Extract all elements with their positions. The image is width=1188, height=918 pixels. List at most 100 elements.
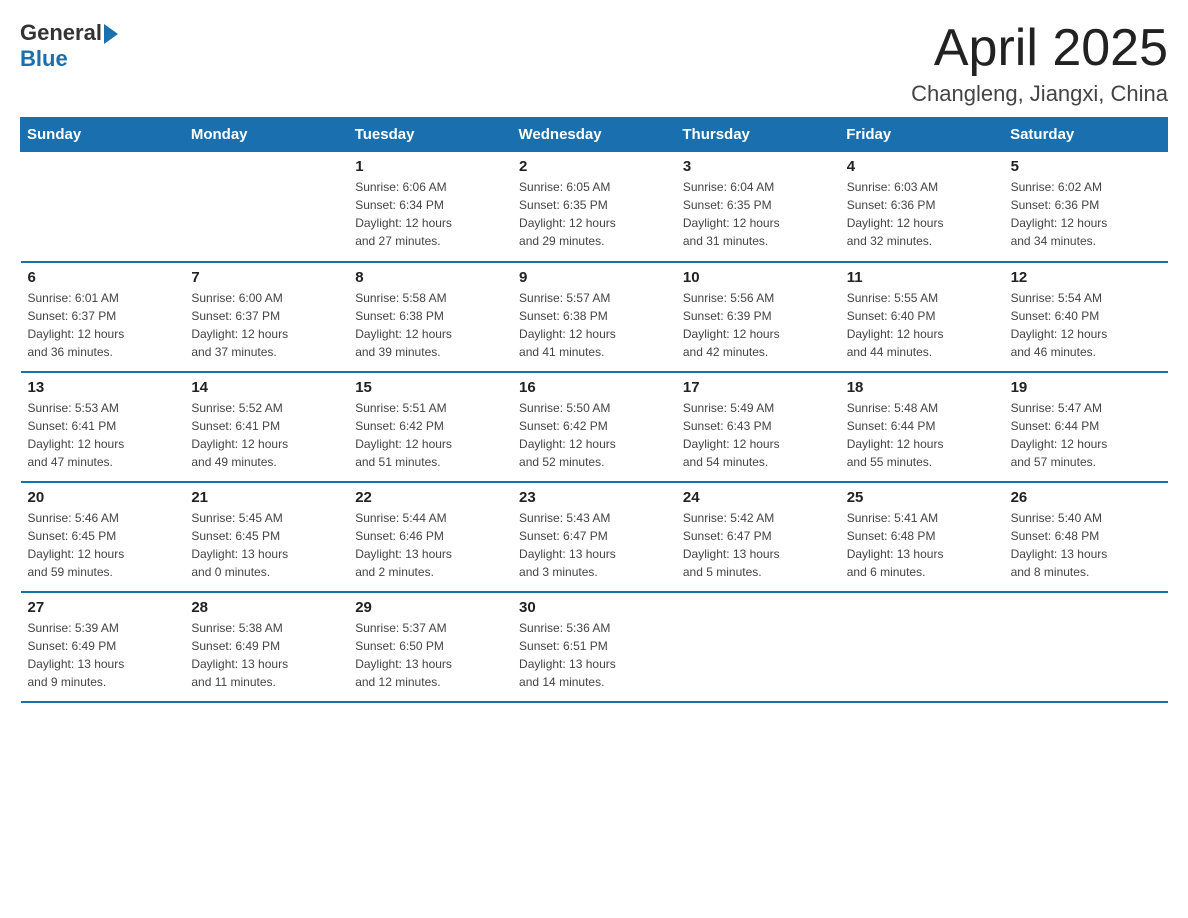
calendar-week-row: 20 Sunrise: 5:46 AMSunset: 6:45 PMDayligh… (21, 482, 1168, 592)
calendar-cell: 13Sunrise: 5:53 AMSunset: 6:41 PMDayligh… (21, 372, 185, 482)
day-number: 2 (519, 158, 669, 175)
weekday-header-tuesday: Tuesday (348, 118, 512, 152)
weekday-header-sunday: Sunday (21, 118, 185, 152)
day-info: Sunrise: 6:03 AMSunset: 6:36 PMDaylight:… (847, 178, 997, 250)
day-info: Sunrise: 6:01 AMSunset: 6:37 PMDaylight:… (28, 289, 178, 361)
location-title: Changleng, Jiangxi, China (911, 81, 1168, 107)
day-info: Sunrise: 5:54 AMSunset: 6:40 PMDaylight:… (1011, 289, 1161, 361)
day-number: 25 (847, 489, 997, 506)
calendar-cell (840, 592, 1004, 702)
weekday-row: SundayMondayTuesdayWednesdayThursdayFrid… (21, 118, 1168, 152)
calendar-cell: 17Sunrise: 5:49 AMSunset: 6:43 PMDayligh… (676, 372, 840, 482)
calendar-cell: 24 Sunrise: 5:42 AMSunset: 6:47 PMDayligh… (676, 482, 840, 592)
title-block: April 2025 Changleng, Jiangxi, China (911, 20, 1168, 107)
calendar-cell (21, 152, 185, 262)
day-number: 1 (355, 158, 505, 175)
weekday-header-monday: Monday (184, 118, 348, 152)
day-number: 15 (355, 379, 505, 396)
day-number: 10 (683, 269, 833, 286)
calendar-week-row: 13Sunrise: 5:53 AMSunset: 6:41 PMDayligh… (21, 372, 1168, 482)
calendar-table: SundayMondayTuesdayWednesdayThursdayFrid… (20, 117, 1168, 703)
calendar-cell: 8 Sunrise: 5:58 AMSunset: 6:38 PMDaylight… (348, 262, 512, 372)
calendar-cell: 2 Sunrise: 6:05 AMSunset: 6:35 PMDaylight… (512, 152, 676, 262)
day-number: 4 (847, 158, 997, 175)
calendar-header: SundayMondayTuesdayWednesdayThursdayFrid… (21, 118, 1168, 152)
day-number: 28 (191, 599, 341, 616)
calendar-cell: 29 Sunrise: 5:37 AMSunset: 6:50 PMDayligh… (348, 592, 512, 702)
day-number: 27 (28, 599, 178, 616)
calendar-cell: 7 Sunrise: 6:00 AMSunset: 6:37 PMDaylight… (184, 262, 348, 372)
logo-arrow-icon (104, 24, 118, 44)
calendar-cell: 21Sunrise: 5:45 AMSunset: 6:45 PMDayligh… (184, 482, 348, 592)
day-info: Sunrise: 5:46 AMSunset: 6:45 PMDaylight:… (28, 509, 178, 581)
day-number: 13 (28, 379, 178, 396)
day-number: 30 (519, 599, 669, 616)
day-info: Sunrise: 6:04 AMSunset: 6:35 PMDaylight:… (683, 178, 833, 250)
calendar-cell (184, 152, 348, 262)
day-number: 22 (355, 489, 505, 506)
calendar-cell: 23 Sunrise: 5:43 AMSunset: 6:47 PMDayligh… (512, 482, 676, 592)
calendar-cell: 3Sunrise: 6:04 AMSunset: 6:35 PMDaylight… (676, 152, 840, 262)
day-info: Sunrise: 6:02 AMSunset: 6:36 PMDaylight:… (1011, 178, 1161, 250)
weekday-header-saturday: Saturday (1004, 118, 1168, 152)
day-info: Sunrise: 5:41 AMSunset: 6:48 PMDaylight:… (847, 509, 997, 581)
day-number: 16 (519, 379, 669, 396)
day-info: Sunrise: 5:43 AMSunset: 6:47 PMDaylight:… (519, 509, 669, 581)
calendar-cell: 12Sunrise: 5:54 AMSunset: 6:40 PMDayligh… (1004, 262, 1168, 372)
calendar-cell: 16Sunrise: 5:50 AMSunset: 6:42 PMDayligh… (512, 372, 676, 482)
day-info: Sunrise: 5:37 AMSunset: 6:50 PMDaylight:… (355, 619, 505, 691)
weekday-header-thursday: Thursday (676, 118, 840, 152)
calendar-cell (676, 592, 840, 702)
page-header: General Blue April 2025 Changleng, Jiang… (20, 20, 1168, 107)
day-number: 29 (355, 599, 505, 616)
calendar-cell: 22 Sunrise: 5:44 AMSunset: 6:46 PMDayligh… (348, 482, 512, 592)
calendar-cell: 14Sunrise: 5:52 AMSunset: 6:41 PMDayligh… (184, 372, 348, 482)
day-info: Sunrise: 5:56 AMSunset: 6:39 PMDaylight:… (683, 289, 833, 361)
day-number: 7 (191, 269, 341, 286)
calendar-cell: 26Sunrise: 5:40 AMSunset: 6:48 PMDayligh… (1004, 482, 1168, 592)
day-info: Sunrise: 6:05 AMSunset: 6:35 PMDaylight:… (519, 178, 669, 250)
day-info: Sunrise: 5:47 AMSunset: 6:44 PMDaylight:… (1011, 399, 1161, 471)
calendar-cell: 27 Sunrise: 5:39 AMSunset: 6:49 PMDayligh… (21, 592, 185, 702)
logo-blue: Blue (20, 46, 118, 72)
day-number: 11 (847, 269, 997, 286)
calendar-cell: 4 Sunrise: 6:03 AMSunset: 6:36 PMDaylight… (840, 152, 1004, 262)
day-info: Sunrise: 5:36 AMSunset: 6:51 PMDaylight:… (519, 619, 669, 691)
calendar-cell: 10 Sunrise: 5:56 AMSunset: 6:39 PMDayligh… (676, 262, 840, 372)
calendar-cell: 19 Sunrise: 5:47 AMSunset: 6:44 PMDayligh… (1004, 372, 1168, 482)
day-info: Sunrise: 5:42 AMSunset: 6:47 PMDaylight:… (683, 509, 833, 581)
weekday-header-wednesday: Wednesday (512, 118, 676, 152)
day-info: Sunrise: 5:44 AMSunset: 6:46 PMDaylight:… (355, 509, 505, 581)
calendar-cell: 18Sunrise: 5:48 AMSunset: 6:44 PMDayligh… (840, 372, 1004, 482)
calendar-cell: 6Sunrise: 6:01 AMSunset: 6:37 PMDaylight… (21, 262, 185, 372)
day-info: Sunrise: 5:51 AMSunset: 6:42 PMDaylight:… (355, 399, 505, 471)
day-info: Sunrise: 6:00 AMSunset: 6:37 PMDaylight:… (191, 289, 341, 361)
calendar-cell: 30 Sunrise: 5:36 AMSunset: 6:51 PMDayligh… (512, 592, 676, 702)
day-info: Sunrise: 5:38 AMSunset: 6:49 PMDaylight:… (191, 619, 341, 691)
calendar-cell: 28 Sunrise: 5:38 AMSunset: 6:49 PMDayligh… (184, 592, 348, 702)
weekday-header-friday: Friday (840, 118, 1004, 152)
day-info: Sunrise: 5:55 AMSunset: 6:40 PMDaylight:… (847, 289, 997, 361)
calendar-cell: 5 Sunrise: 6:02 AMSunset: 6:36 PMDaylight… (1004, 152, 1168, 262)
month-title: April 2025 (911, 20, 1168, 77)
day-info: Sunrise: 6:06 AMSunset: 6:34 PMDaylight:… (355, 178, 505, 250)
day-info: Sunrise: 5:58 AMSunset: 6:38 PMDaylight:… (355, 289, 505, 361)
day-info: Sunrise: 5:45 AMSunset: 6:45 PMDaylight:… (191, 509, 341, 581)
day-info: Sunrise: 5:39 AMSunset: 6:49 PMDaylight:… (28, 619, 178, 691)
calendar-cell: 15 Sunrise: 5:51 AMSunset: 6:42 PMDayligh… (348, 372, 512, 482)
day-number: 24 (683, 489, 833, 506)
day-number: 19 (1011, 379, 1161, 396)
calendar-cell (1004, 592, 1168, 702)
day-number: 5 (1011, 158, 1161, 175)
day-number: 8 (355, 269, 505, 286)
day-number: 14 (191, 379, 341, 396)
day-number: 20 (28, 489, 178, 506)
calendar-week-row: 6Sunrise: 6:01 AMSunset: 6:37 PMDaylight… (21, 262, 1168, 372)
day-info: Sunrise: 5:40 AMSunset: 6:48 PMDaylight:… (1011, 509, 1161, 581)
day-info: Sunrise: 5:49 AMSunset: 6:43 PMDaylight:… (683, 399, 833, 471)
day-info: Sunrise: 5:57 AMSunset: 6:38 PMDaylight:… (519, 289, 669, 361)
day-info: Sunrise: 5:48 AMSunset: 6:44 PMDaylight:… (847, 399, 997, 471)
day-number: 9 (519, 269, 669, 286)
day-number: 23 (519, 489, 669, 506)
logo: General Blue (20, 20, 118, 73)
